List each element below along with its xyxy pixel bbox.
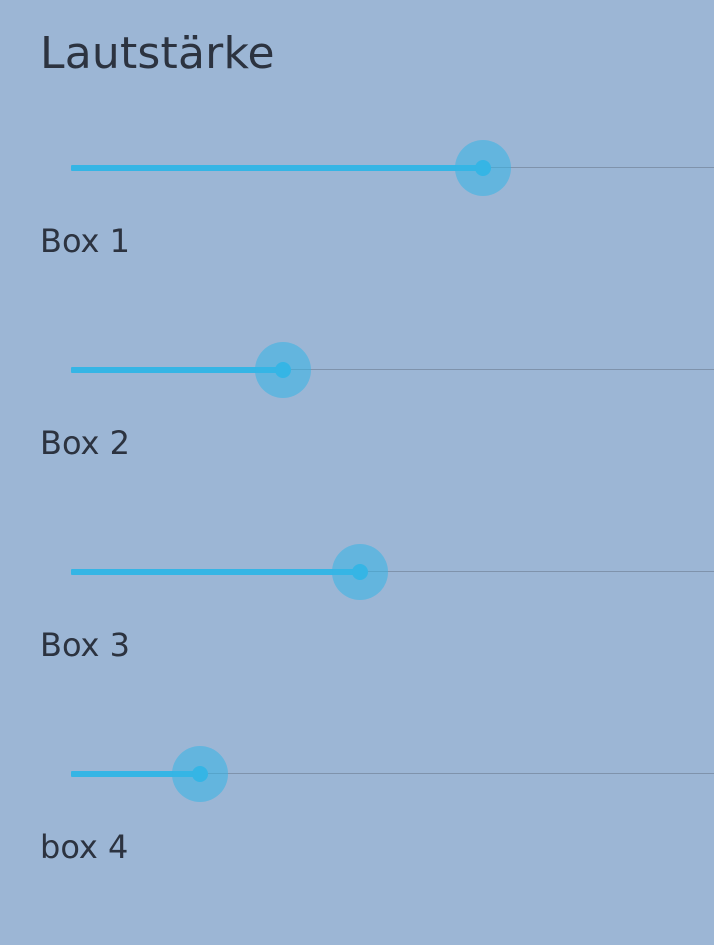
slider-thumb-dot (192, 766, 208, 782)
slider-thumb-dot (352, 564, 368, 580)
slider-fill (71, 367, 283, 373)
slider-fill (71, 569, 360, 575)
volume-slider-box-3[interactable] (71, 542, 714, 602)
slider-fill (71, 165, 483, 171)
volume-row-box-1: Box 1 (0, 138, 714, 338)
volume-slider-box-4[interactable] (71, 744, 714, 804)
slider-thumb[interactable] (332, 544, 388, 600)
slider-thumb-dot (475, 160, 491, 176)
slider-thumb-dot (275, 362, 291, 378)
page-title: Lautstärke (40, 28, 275, 79)
slider-label-box-1: Box 1 (40, 222, 131, 260)
volume-slider-box-2[interactable] (71, 340, 714, 400)
volume-row-box-3: Box 3 (0, 542, 714, 742)
slider-thumb[interactable] (255, 342, 311, 398)
slider-thumb[interactable] (455, 140, 511, 196)
slider-label-box-2: Box 2 (40, 424, 131, 462)
slider-label-box-3: Box 3 (40, 626, 131, 664)
volume-row-box-4: box 4 (0, 744, 714, 944)
volume-slider-box-1[interactable] (71, 138, 714, 198)
slider-thumb[interactable] (172, 746, 228, 802)
volume-row-box-2: Box 2 (0, 340, 714, 540)
slider-label-box-4: box 4 (40, 828, 129, 866)
